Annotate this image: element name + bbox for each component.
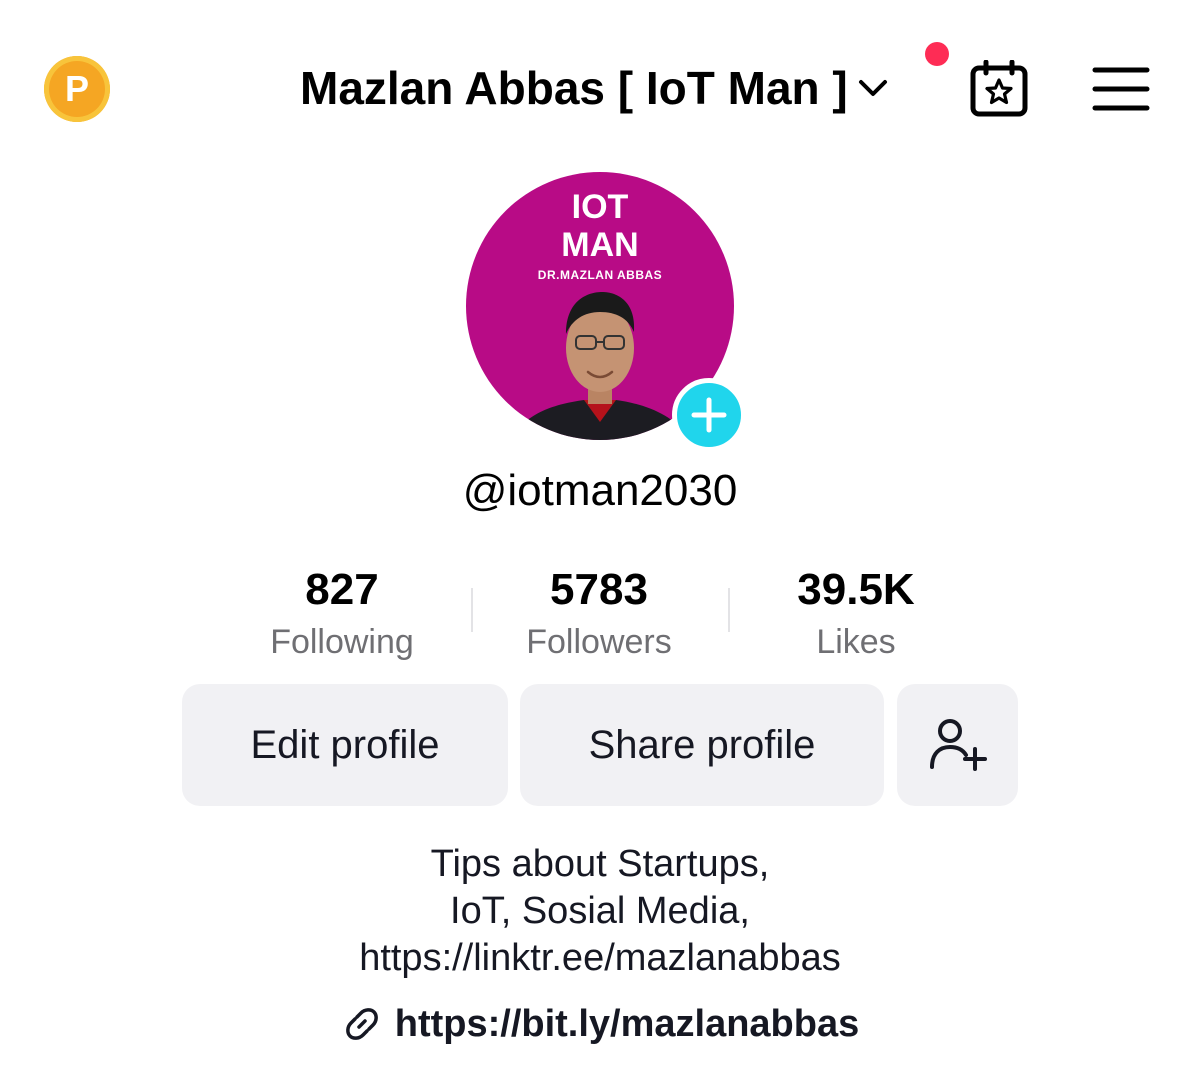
add-avatar-button[interactable] xyxy=(672,378,746,452)
stat-followers[interactable]: 5783 Followers xyxy=(469,562,729,664)
followers-label: Followers xyxy=(526,623,672,661)
account-switcher[interactable]: Mazlan Abbas [ IoT Man ] xyxy=(300,58,890,118)
plus-icon xyxy=(691,397,727,433)
share-profile-label: Share profile xyxy=(588,722,816,767)
bio-line: IoT, Sosial Media, xyxy=(450,890,750,932)
bio-line: https://linktr.ee/mazlanabbas xyxy=(359,937,841,979)
bio-line: Tips about Startups, xyxy=(430,843,770,885)
bio-link[interactable]: https://bit.ly/mazlanabbas xyxy=(0,998,1200,1050)
coin-letter: P xyxy=(64,68,89,109)
following-label: Following xyxy=(270,623,414,661)
bio-link-text[interactable]: https://bit.ly/mazlanabbas xyxy=(395,1003,860,1046)
profile-handle: @iotman2030 xyxy=(462,466,738,515)
stat-following[interactable]: 827 Following xyxy=(212,562,472,664)
link-icon xyxy=(345,1008,378,1040)
notification-dot xyxy=(925,42,949,66)
edit-profile-label: Edit profile xyxy=(250,722,440,767)
likes-count: 39.5K xyxy=(797,565,915,614)
profile-title: Mazlan Abbas [ IoT Man ] xyxy=(300,62,848,114)
add-friend-icon xyxy=(929,719,987,771)
calendar-star-icon[interactable] xyxy=(968,59,1032,118)
chevron-down-icon xyxy=(856,71,890,105)
followers-count: 5783 xyxy=(550,565,648,614)
coin-icon[interactable]: P xyxy=(44,56,110,122)
stat-likes[interactable]: 39.5K Likes xyxy=(726,562,986,664)
following-count: 827 xyxy=(305,565,379,614)
hamburger-menu-icon[interactable] xyxy=(1092,64,1150,114)
share-profile-button[interactable]: Share profile xyxy=(520,684,884,806)
likes-label: Likes xyxy=(816,623,896,661)
edit-profile-button[interactable]: Edit profile xyxy=(182,684,508,806)
add-friend-button[interactable] xyxy=(897,684,1018,806)
